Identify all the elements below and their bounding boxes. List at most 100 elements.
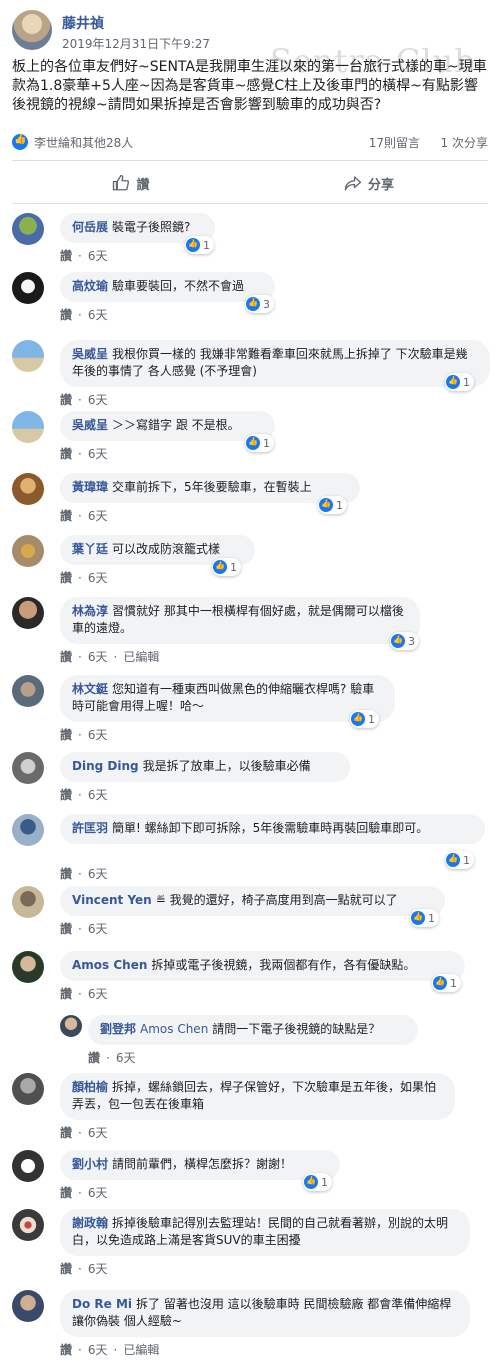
replier-name[interactable]: 劉登邦 (100, 1022, 136, 1036)
commenter-avatar[interactable] (12, 411, 44, 443)
comment-like-link[interactable]: 讚 (60, 571, 72, 585)
comment-like-link[interactable]: 讚 (60, 1186, 72, 1200)
meta-separator: · (78, 509, 82, 523)
commenter-avatar[interactable] (12, 597, 44, 629)
comment-like-link[interactable]: 讚 (60, 308, 72, 322)
comment-like-link[interactable]: 讚 (60, 447, 72, 461)
commenter-name[interactable]: 黃瑋瑋 (72, 480, 108, 494)
commenter-avatar[interactable] (12, 675, 44, 707)
commenter-avatar[interactable] (12, 886, 44, 918)
comment-reaction-count[interactable]: 1 (445, 373, 474, 391)
author-avatar[interactable] (12, 10, 52, 50)
share-button[interactable]: 分享 (250, 165, 488, 201)
comment-time[interactable]: 6天 (88, 922, 108, 936)
commenter-name[interactable]: 謝政翰 (72, 1216, 108, 1230)
commenter-name[interactable]: Ding Ding (72, 759, 139, 773)
comment-time[interactable]: 6天 (88, 987, 108, 1001)
commenter-avatar[interactable] (12, 473, 44, 505)
comment-like-link[interactable]: 讚 (60, 728, 72, 742)
comment-like-link[interactable]: 讚 (60, 922, 72, 936)
comment-like-link[interactable]: 讚 (60, 1262, 72, 1276)
reactors-summary[interactable]: 李世綸和其他28人 (34, 134, 133, 151)
commenter-name[interactable]: 葉丫廷 (72, 542, 108, 556)
commenter-name[interactable]: 許匡羽 (72, 821, 108, 835)
comment-like-link[interactable]: 讚 (60, 650, 72, 664)
commenter-avatar[interactable] (12, 1073, 44, 1105)
post-timestamp[interactable]: 2019年12月31日下午9:27 (62, 35, 210, 52)
meta-separator: · (78, 308, 82, 322)
comment-time[interactable]: 6天 (88, 393, 108, 407)
comment-reaction-count[interactable]: 1 (318, 496, 347, 514)
comment-reaction-count[interactable]: 1 (185, 236, 214, 254)
comment-like-link[interactable]: 讚 (60, 393, 72, 407)
comment-like-link[interactable]: 讚 (60, 987, 72, 1001)
comment-reaction-count[interactable]: 1 (350, 710, 379, 728)
comment-like-link[interactable]: 讚 (60, 867, 72, 881)
comment-like-link[interactable]: 讚 (88, 1051, 100, 1065)
commenter-name[interactable]: 吳威呈 (72, 347, 108, 361)
comment-text: 我根你買一樣的 我嫌非常難看牽車回來就馬上拆掉了 下次驗車是幾年後的事情了 各人… (72, 347, 468, 378)
meta-separator: · (78, 650, 82, 664)
comment-like-link[interactable]: 讚 (60, 788, 72, 802)
comment-reaction-count[interactable]: 1 (212, 558, 241, 576)
comment-reaction-count[interactable]: 1 (445, 851, 474, 869)
comment-time[interactable]: 6天 (88, 867, 108, 881)
commenter-name[interactable]: 何岳展 (72, 220, 108, 234)
comment-time[interactable]: 6天 (88, 308, 108, 322)
replier-avatar[interactable] (60, 1015, 82, 1037)
commenter-name[interactable]: 林為淳 (72, 604, 108, 618)
comment-reaction-count[interactable]: 3 (390, 632, 419, 650)
post-author-name[interactable]: 藤井禎 (62, 13, 104, 33)
comment-like-link[interactable]: 讚 (60, 509, 72, 523)
commenter-avatar[interactable] (12, 1209, 44, 1241)
comment-like-link[interactable]: 讚 (60, 249, 72, 263)
comment-time[interactable]: 6天 (116, 1051, 136, 1065)
comment-time[interactable]: 6天 (88, 1186, 108, 1200)
like-button[interactable]: 讚 (12, 165, 250, 201)
comment-like-link[interactable]: 讚 (60, 1343, 72, 1357)
edited-label[interactable]: 已編輯 (123, 650, 159, 664)
comment-like-link[interactable]: 讚 (60, 1126, 72, 1140)
commenter-name[interactable]: Do Re Mi (72, 1297, 132, 1311)
like-button-label: 讚 (136, 177, 150, 193)
comment-reaction-count[interactable]: 1 (410, 909, 439, 927)
comments-count[interactable]: 17則留言 (369, 134, 420, 151)
commenter-name[interactable]: 顏柏榆 (72, 1080, 108, 1094)
comment-meta: 讚 · 6天 · 已編輯 (60, 1341, 159, 1358)
comment-time[interactable]: 6天 (88, 728, 108, 742)
comment-time[interactable]: 6天 (88, 1262, 108, 1276)
comment-reaction-count[interactable]: 1 (245, 434, 274, 452)
comment-time[interactable]: 6天 (88, 509, 108, 523)
comment-time[interactable]: 6天 (88, 571, 108, 585)
comment-reaction-count[interactable]: 1 (303, 1173, 332, 1191)
commenter-avatar[interactable] (12, 951, 44, 983)
edited-label[interactable]: 已編輯 (123, 1343, 159, 1357)
comment-reaction-count[interactable]: 1 (432, 974, 461, 992)
commenter-name[interactable]: Amos Chen (72, 958, 147, 972)
mention-link[interactable]: Amos Chen (140, 1022, 208, 1036)
commenter-name[interactable]: 吳威呈 (72, 418, 108, 432)
commenter-avatar[interactable] (12, 752, 44, 784)
commenter-name[interactable]: Vincent Yen (72, 893, 152, 907)
meta-separator: · (78, 867, 82, 881)
commenter-avatar[interactable] (12, 814, 44, 846)
meta-separator: · (78, 447, 82, 461)
comment-time[interactable]: 6天 (88, 650, 108, 664)
commenter-name[interactable]: 高炆瑜 (72, 279, 108, 293)
shares-count[interactable]: 1 次分享 (441, 134, 488, 151)
commenter-avatar[interactable] (12, 535, 44, 567)
comment-time[interactable]: 6天 (88, 1343, 108, 1357)
commenter-name[interactable]: 林文鋌 (72, 682, 108, 696)
commenter-avatar[interactable] (12, 1150, 44, 1182)
commenter-avatar[interactable] (12, 340, 44, 372)
comment-time[interactable]: 6天 (88, 788, 108, 802)
comment-time[interactable]: 6天 (88, 1126, 108, 1140)
comment-time[interactable]: 6天 (88, 447, 108, 461)
comment-reaction-count[interactable]: 3 (245, 295, 274, 313)
comment-time[interactable]: 6天 (88, 249, 108, 263)
commenter-avatar[interactable] (12, 272, 44, 304)
commenter-name[interactable]: 劉小村 (72, 1157, 108, 1171)
commenter-avatar[interactable] (12, 213, 44, 245)
like-reaction-icon (246, 297, 260, 311)
commenter-avatar[interactable] (12, 1290, 44, 1322)
